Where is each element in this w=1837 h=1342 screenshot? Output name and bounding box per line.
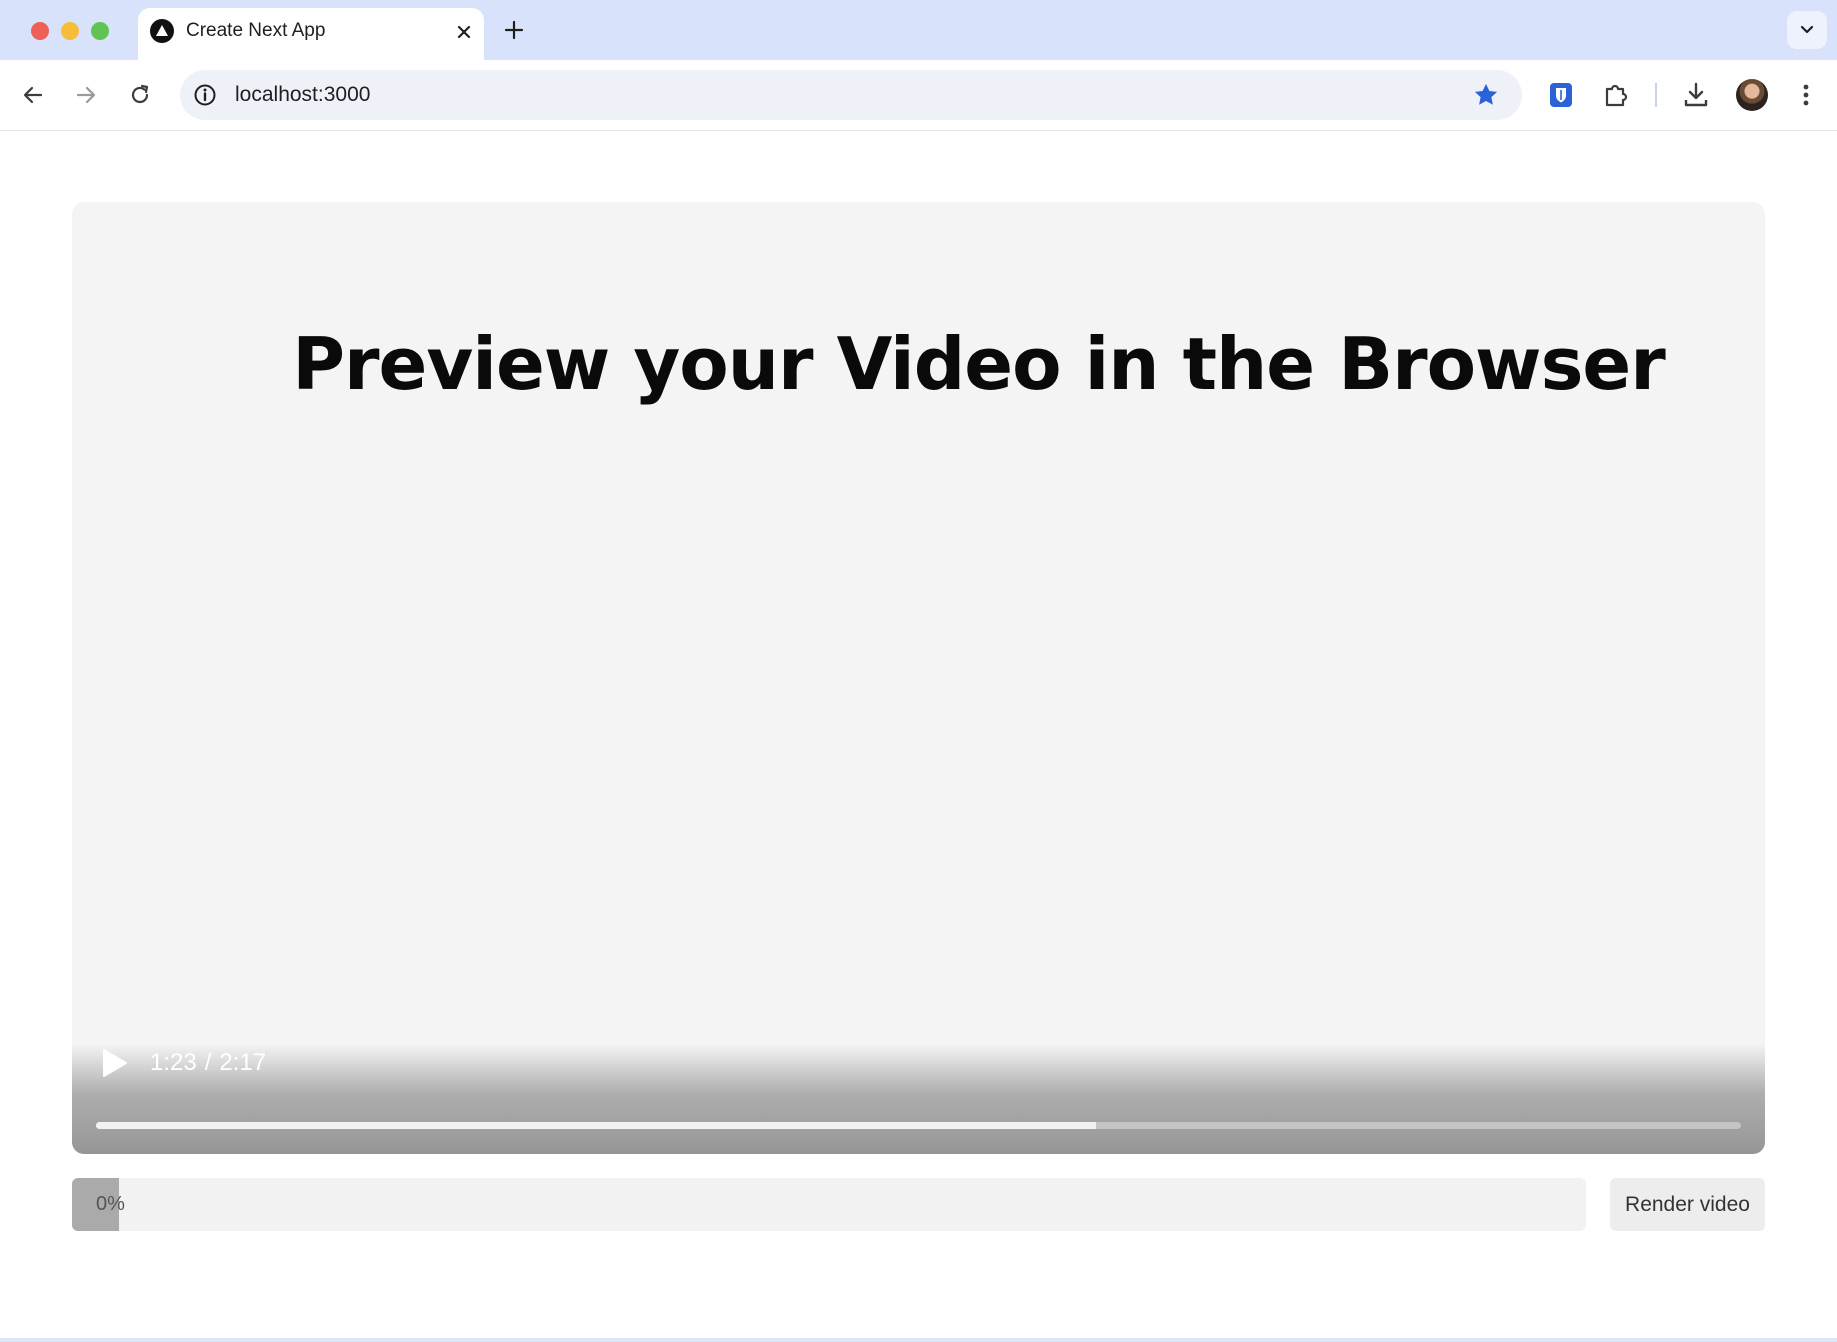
puzzle-icon[interactable]: [1600, 79, 1632, 111]
back-arrow-icon[interactable]: [15, 77, 51, 113]
window-minimize-button[interactable]: [61, 22, 79, 40]
duration: 2:17: [219, 1049, 267, 1076]
time-separator: /: [204, 1049, 212, 1076]
reload-icon[interactable]: [122, 77, 158, 113]
site-info-icon[interactable]: [192, 82, 218, 108]
star-icon[interactable]: [1472, 81, 1500, 109]
play-icon[interactable]: [98, 1047, 130, 1079]
toolbar-divider: [1655, 83, 1657, 107]
password-manager-icon[interactable]: [1545, 79, 1577, 111]
close-icon[interactable]: [452, 20, 476, 44]
seek-bar-played: [96, 1122, 1097, 1129]
url-text[interactable]: localhost:3000: [235, 83, 370, 107]
render-progress-bar: 0%: [72, 1178, 1586, 1231]
window-close-button[interactable]: [31, 22, 49, 40]
browser-window: Create Next App localhost:3000 Preview y…: [0, 0, 1837, 1342]
forward-arrow-icon[interactable]: [68, 77, 104, 113]
current-time: 1:23: [150, 1049, 197, 1076]
page-content: Preview your Video in the Browser 1:23 / 2…: [0, 131, 1837, 1338]
render-video-button[interactable]: Render video: [1610, 1178, 1765, 1231]
controls-overlay: [72, 1044, 1765, 1154]
time-display: 1:23 / 2:17: [150, 1049, 266, 1077]
video-headline: Preview your Video in the Browser: [292, 322, 1666, 406]
tab-title: Create Next App: [186, 20, 326, 41]
download-icon[interactable]: [1680, 79, 1712, 111]
chevron-down-icon: [1800, 25, 1814, 34]
address-bar[interactable]: localhost:3000: [180, 70, 1522, 120]
video-player[interactable]: Preview your Video in the Browser 1:23 / 2…: [72, 202, 1765, 1154]
window-zoom-button[interactable]: [91, 22, 109, 40]
browser-toolbar: localhost:3000: [0, 60, 1837, 131]
kebab-menu-icon[interactable]: [1790, 79, 1822, 111]
seek-bar[interactable]: [96, 1122, 1741, 1129]
render-progress-label: 0%: [96, 1193, 125, 1215]
nextjs-favicon-icon: [150, 19, 174, 43]
plus-icon[interactable]: [500, 16, 528, 44]
tab-search-button[interactable]: [1787, 11, 1827, 49]
tab-active[interactable]: Create Next App: [138, 8, 484, 60]
avatar[interactable]: [1736, 79, 1768, 111]
tab-strip: Create Next App: [0, 0, 1837, 60]
